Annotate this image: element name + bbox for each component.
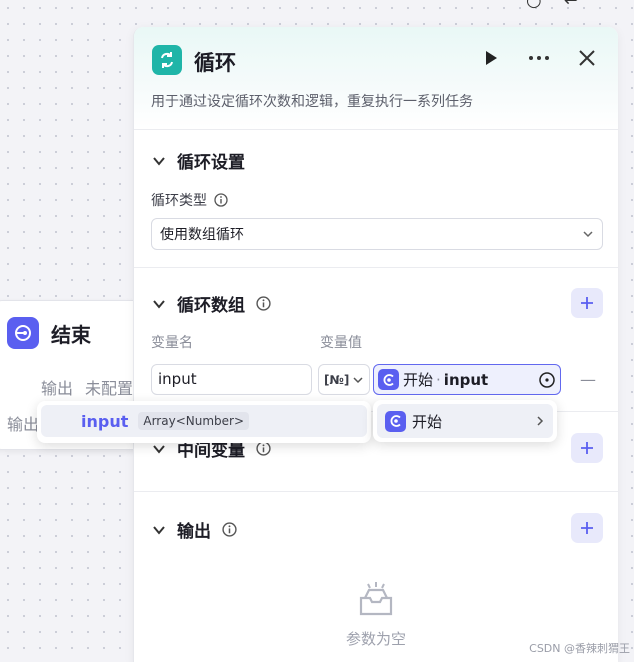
remove-row-button[interactable]: — <box>580 370 596 389</box>
section-title: 循环设置 <box>177 153 245 173</box>
circle-icon[interactable]: ○ <box>526 0 542 11</box>
start-node-icon <box>378 369 399 390</box>
info-icon[interactable] <box>213 192 229 208</box>
end-node-output: 输出 未配置 <box>41 375 133 399</box>
end-node-output-label: 输出 <box>41 379 74 398</box>
target-icon <box>539 371 555 388</box>
info-icon[interactable] <box>221 522 237 538</box>
section-toggle-output[interactable]: 输出 <box>151 517 237 542</box>
loop-type-value: 使用数组循环 <box>160 227 244 243</box>
loop-icon <box>152 45 182 75</box>
loop-type-label-text: 循环类型 <box>151 193 207 209</box>
run-button[interactable] <box>480 47 502 69</box>
ref-var-name: input <box>443 371 489 389</box>
var-value-reference[interactable]: 开始 · input <box>373 364 561 395</box>
plus-icon <box>581 522 593 534</box>
dropdown-option-input[interactable]: input Array<Number> <box>41 405 367 437</box>
empty-inbox-icon <box>359 582 393 616</box>
var-name-input[interactable]: input <box>151 364 312 395</box>
col-var-value: 变量值 <box>320 335 362 351</box>
arrow-icon[interactable]: ↩ <box>564 0 579 11</box>
ref-separator: · <box>436 371 441 389</box>
play-icon <box>486 51 497 65</box>
end-node-header: 结束 <box>7 317 91 349</box>
close-button[interactable] <box>576 47 598 69</box>
end-node-output-label-2: 输出 <box>7 415 40 434</box>
section-title: 输出 <box>177 522 211 542</box>
chevron-down-icon <box>151 522 167 538</box>
more-dots-icon <box>529 56 549 60</box>
panel-description: 用于通过设定循环次数和逻辑，重复执行一系列任务 <box>151 94 473 110</box>
close-icon <box>579 50 595 66</box>
panel-title: 循环 <box>194 51 236 75</box>
section-title: 循环数组 <box>177 296 245 316</box>
loop-node-panel: 循环 用于通过设定循环次数和逻辑，重复执行一系列任务 循环设置 循环类型 使用数… <box>133 27 618 662</box>
variable-dropdown: input Array<Number> <box>37 401 371 443</box>
col-var-name: 变量名 <box>151 335 193 351</box>
chevron-down-icon <box>583 231 593 238</box>
plus-icon <box>581 297 593 309</box>
info-icon[interactable] <box>255 296 271 312</box>
section-toggle-loop-settings[interactable]: 循环设置 <box>151 148 245 173</box>
canvas-toolbar: ○ ↩ <box>526 0 579 11</box>
add-output-button[interactable] <box>571 513 603 543</box>
chevron-right-icon <box>537 416 544 426</box>
plus-icon <box>581 442 593 454</box>
more-button[interactable] <box>528 47 550 69</box>
node-dropdown: 开始 <box>373 400 557 442</box>
chevron-down-icon <box>353 376 363 383</box>
ref-node-name: 开始 <box>403 371 434 389</box>
end-node-output-value: 未配置 <box>85 379 134 398</box>
section-toggle-loop-array[interactable]: 循环数组 <box>151 291 271 316</box>
start-node-icon <box>385 410 406 432</box>
panel-actions <box>480 47 598 69</box>
value-type-badge: [№] <box>324 372 350 387</box>
add-array-button[interactable] <box>571 288 603 318</box>
loop-type-select[interactable]: 使用数组循环 <box>151 218 603 250</box>
option-node-name: 开始 <box>412 412 443 431</box>
chevron-down-icon <box>151 153 167 169</box>
end-node-title: 结束 <box>51 322 91 347</box>
chevron-down-icon <box>151 296 167 312</box>
value-type-select[interactable]: [№] <box>318 364 370 395</box>
end-node-icon <box>7 317 39 349</box>
loop-type-label: 循环类型 <box>151 190 229 210</box>
panel-header: 循环 用于通过设定循环次数和逻辑，重复执行一系列任务 <box>134 27 618 130</box>
watermark: CSDN @香辣刺猬王 <box>529 642 630 655</box>
option-var-name: input <box>81 411 129 431</box>
add-middle-var-button[interactable] <box>571 433 603 463</box>
dropdown-option-start-node[interactable]: 开始 <box>377 404 553 438</box>
reference-text: 开始 · input <box>403 369 534 390</box>
section-output: 输出 参数为空 <box>134 492 618 662</box>
option-var-type: Array<Number> <box>138 412 250 430</box>
empty-state: 参数为空 <box>134 582 618 649</box>
